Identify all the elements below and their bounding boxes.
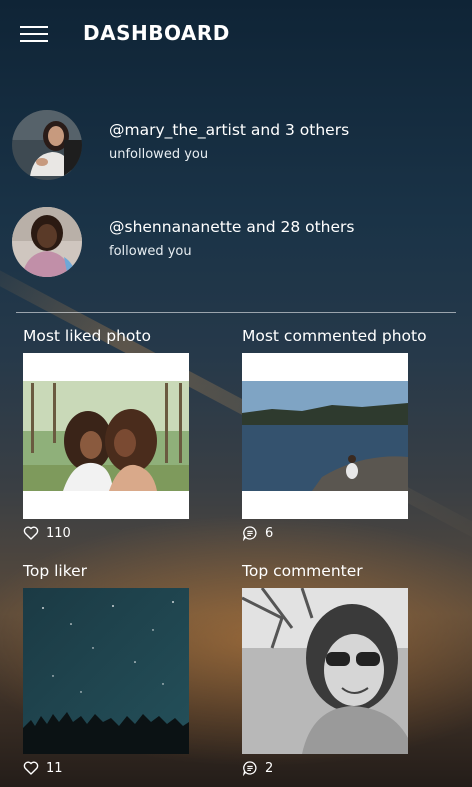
- page-title: DASHBOARD: [83, 21, 230, 45]
- activity-item-unfollow[interactable]: @mary_the_artist and 3 others unfollowed…: [12, 110, 452, 182]
- heart-icon: [23, 525, 39, 541]
- comment-count: 6: [242, 524, 273, 542]
- activity-action: followed you: [109, 244, 192, 259]
- hamburger-menu-icon[interactable]: [20, 24, 48, 44]
- top-commenter-photo[interactable]: [242, 588, 408, 754]
- comment-count-value: 2: [265, 760, 274, 776]
- avatar[interactable]: [12, 207, 82, 277]
- most-liked-photo[interactable]: [23, 353, 189, 519]
- tile-label: Most liked photo: [23, 327, 151, 345]
- comment-count: 2: [242, 759, 273, 777]
- like-count: 110: [23, 524, 71, 542]
- tile-label: Top commenter: [242, 562, 363, 580]
- app-header: DASHBOARD: [0, 0, 472, 66]
- tile-label: Top liker: [23, 562, 88, 580]
- like-count-value: 110: [46, 525, 71, 541]
- avatar[interactable]: [12, 110, 82, 180]
- like-count-value: 11: [46, 760, 63, 776]
- comment-icon: [242, 760, 258, 777]
- activity-action: unfollowed you: [109, 147, 209, 162]
- top-liker-photo[interactable]: [23, 588, 189, 754]
- most-commented-photo[interactable]: [242, 353, 408, 519]
- tile-label: Most commented photo: [242, 327, 427, 345]
- heart-icon: [23, 760, 39, 776]
- activity-handle[interactable]: @mary_the_artist and 3 others: [109, 121, 349, 139]
- like-count: 11: [23, 759, 63, 777]
- comment-count-value: 6: [265, 525, 274, 541]
- activity-item-follow[interactable]: @shennananette and 28 others followed yo…: [12, 207, 452, 279]
- comment-icon: [242, 525, 258, 542]
- activity-handle[interactable]: @shennananette and 28 others: [109, 218, 355, 236]
- section-divider: [16, 312, 456, 313]
